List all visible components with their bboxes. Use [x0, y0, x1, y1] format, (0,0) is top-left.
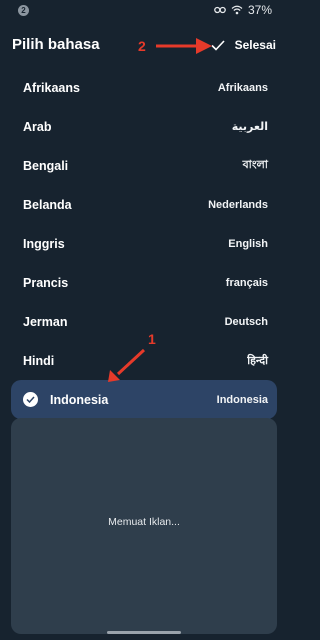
annotation-arrow-2 [156, 38, 212, 54]
annotation-arrows [108, 38, 212, 382]
annotation-arrow-1 [108, 348, 146, 382]
